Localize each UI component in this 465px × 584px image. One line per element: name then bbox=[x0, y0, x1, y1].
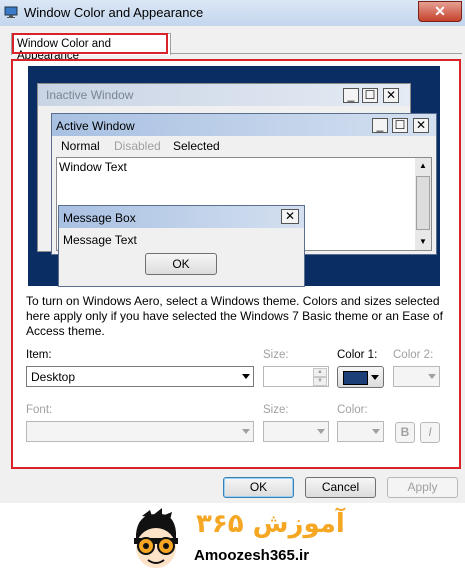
title-bar[interactable]: Window Color and Appearance ✕ bbox=[0, 0, 465, 26]
chevron-down-icon bbox=[428, 374, 436, 379]
close-icon: ✕ bbox=[413, 118, 429, 133]
message-box-title-bar: Message Box bbox=[59, 206, 304, 228]
minimize-icon: _ bbox=[372, 118, 388, 133]
chevron-down-icon bbox=[242, 429, 250, 434]
tab-highlight-frame bbox=[12, 33, 168, 54]
apply-button: Apply bbox=[387, 477, 458, 498]
color2-picker-button bbox=[393, 366, 440, 387]
spin-up-icon: ▲ bbox=[313, 368, 327, 377]
item-size-spinner: ▲ ▼ bbox=[263, 366, 329, 387]
font-label: Font: bbox=[26, 404, 53, 416]
scroll-thumb bbox=[416, 176, 430, 230]
color1-picker-button[interactable] bbox=[337, 366, 384, 388]
chevron-down-icon bbox=[242, 374, 250, 379]
item-size-label: Size: bbox=[263, 349, 289, 361]
font-color-label: Color: bbox=[337, 404, 368, 416]
scroll-up-arrow-icon: ▲ bbox=[419, 161, 427, 170]
chevron-down-icon bbox=[371, 375, 379, 380]
logo-persian-text: آموزش ۳۶۵ bbox=[196, 509, 345, 539]
close-icon: ✕ bbox=[281, 209, 299, 224]
message-text: Message Text bbox=[63, 233, 137, 247]
preview-scrollbar: ▲ ▼ bbox=[415, 158, 431, 250]
item-label: Item: bbox=[26, 349, 52, 361]
menu-item-normal: Normal bbox=[61, 139, 100, 153]
inactive-window-title: Inactive Window bbox=[46, 88, 134, 102]
aero-description: To turn on Windows Aero, select a Window… bbox=[26, 294, 443, 338]
bold-button: B bbox=[395, 422, 415, 443]
font-size-label: Size: bbox=[263, 404, 289, 416]
font-color-picker bbox=[337, 421, 384, 442]
monitor-icon bbox=[4, 6, 18, 18]
close-button[interactable]: ✕ bbox=[418, 1, 462, 22]
active-window-title: Active Window bbox=[56, 119, 135, 133]
menu-item-selected: Selected bbox=[173, 139, 220, 153]
menu-item-disabled: Disabled bbox=[114, 139, 161, 153]
font-size-select bbox=[263, 421, 329, 442]
message-box-ok-button: OK bbox=[145, 253, 217, 275]
window-title: Window Color and Appearance bbox=[24, 5, 204, 20]
color1-swatch bbox=[343, 371, 368, 385]
chevron-down-icon bbox=[317, 429, 325, 434]
scroll-down-arrow-icon: ▼ bbox=[419, 237, 427, 246]
maximize-icon: ☐ bbox=[392, 118, 408, 133]
logo-mascot-icon bbox=[134, 508, 178, 568]
preview-message-box[interactable]: Message Box ✕ Message Text OK bbox=[58, 205, 305, 287]
close-icon: ✕ bbox=[383, 88, 399, 103]
ok-button[interactable]: OK bbox=[223, 477, 294, 498]
cancel-button[interactable]: Cancel bbox=[305, 477, 376, 498]
minimize-icon: _ bbox=[343, 88, 359, 103]
item-select[interactable]: Desktop bbox=[26, 366, 254, 387]
item-select-value: Desktop bbox=[31, 370, 76, 384]
window-text: Window Text bbox=[59, 160, 127, 174]
chevron-down-icon bbox=[372, 429, 380, 434]
spin-down-icon: ▼ bbox=[313, 377, 327, 386]
font-select bbox=[26, 421, 254, 442]
maximize-icon: ☐ bbox=[362, 88, 378, 103]
color1-label: Color 1: bbox=[337, 349, 378, 361]
italic-button: I bbox=[420, 422, 440, 443]
logo-english-text: Amoozesh365.ir bbox=[194, 547, 310, 564]
color2-label: Color 2: bbox=[393, 349, 434, 361]
window-color-dialog: Window Color and Appearance ✕ Window Col… bbox=[0, 0, 465, 503]
message-box-title: Message Box bbox=[63, 211, 136, 225]
